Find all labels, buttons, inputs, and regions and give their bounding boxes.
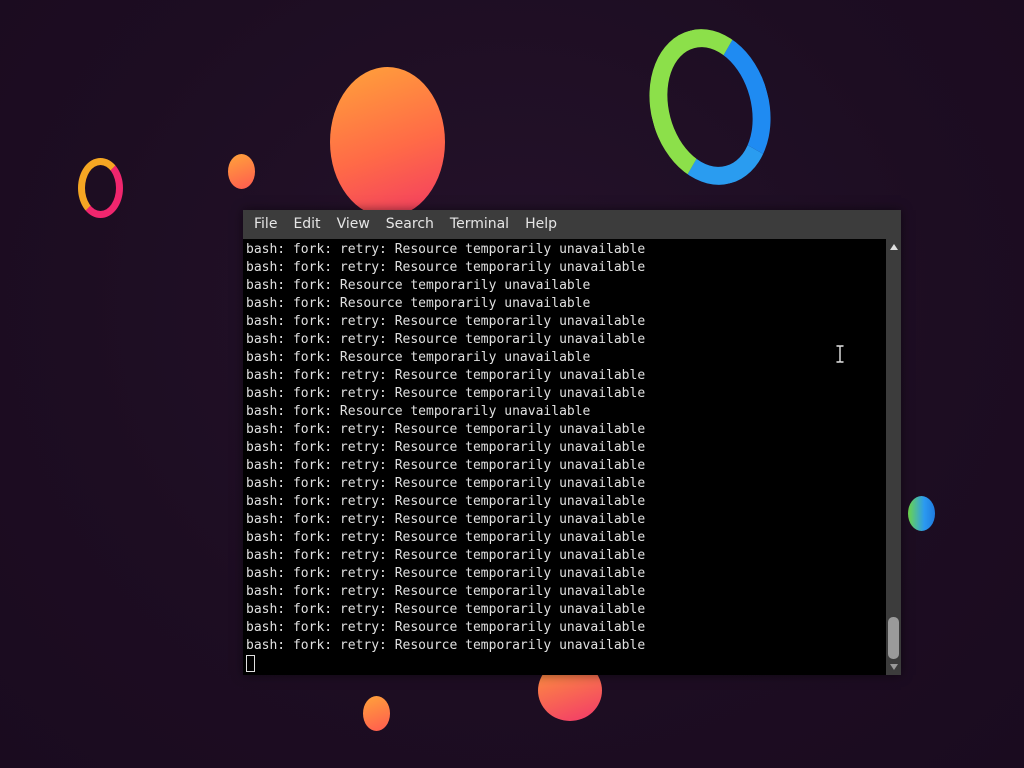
scroll-thumb[interactable]	[888, 617, 899, 659]
terminal-line: bash: fork: retry: Resource temporarily …	[246, 602, 646, 617]
terminal-line: bash: fork: retry: Resource temporarily …	[246, 458, 646, 473]
terminal-line: bash: fork: retry: Resource temporarily …	[246, 440, 646, 455]
terminal-line: bash: fork: retry: Resource temporarily …	[246, 584, 646, 599]
large-orange-circle-decoration	[330, 67, 445, 217]
menu-search[interactable]: Search	[378, 210, 442, 239]
terminal-line: bash: fork: retry: Resource temporarily …	[246, 620, 646, 635]
menu-terminal[interactable]: Terminal	[442, 210, 517, 239]
scroll-up-arrow-icon[interactable]	[886, 241, 901, 253]
terminal-line: bash: fork: Resource temporarily unavail…	[246, 296, 591, 311]
terminal-line: bash: fork: retry: Resource temporarily …	[246, 476, 646, 491]
scroll-track[interactable]	[888, 255, 899, 659]
terminal-line: bash: fork: retry: Resource temporarily …	[246, 512, 646, 527]
menu-file[interactable]: File	[246, 210, 285, 239]
terminal-line: bash: fork: retry: Resource temporarily …	[246, 242, 646, 257]
terminal-line: bash: fork: retry: Resource temporarily …	[246, 386, 646, 401]
terminal-line: bash: fork: retry: Resource temporarily …	[246, 530, 646, 545]
terminal-menubar: File Edit View Search Terminal Help	[243, 210, 901, 239]
large-ring-decoration	[632, 15, 788, 199]
terminal-line: bash: fork: retry: Resource temporarily …	[246, 494, 646, 509]
terminal-line: bash: fork: retry: Resource temporarily …	[246, 260, 646, 275]
bottom-small-orange-circle-decoration	[363, 696, 390, 731]
terminal-line: bash: fork: retry: Resource temporarily …	[246, 314, 646, 329]
small-ring-decoration	[78, 158, 123, 218]
small-orange-circle-decoration	[228, 154, 255, 189]
terminal-line: bash: fork: retry: Resource temporarily …	[246, 566, 646, 581]
terminal-line: bash: fork: retry: Resource temporarily …	[246, 332, 646, 347]
terminal-line: bash: fork: retry: Resource temporarily …	[246, 422, 646, 437]
terminal-output-area[interactable]: bash: fork: retry: Resource temporarily …	[243, 239, 886, 675]
terminal-line: bash: fork: retry: Resource temporarily …	[246, 548, 646, 563]
menu-edit[interactable]: Edit	[285, 210, 328, 239]
terminal-line: bash: fork: Resource temporarily unavail…	[246, 404, 591, 419]
terminal-window[interactable]: File Edit View Search Terminal Help bash…	[243, 210, 901, 675]
scroll-down-arrow-icon[interactable]	[886, 661, 901, 673]
terminal-line: bash: fork: Resource temporarily unavail…	[246, 278, 591, 293]
terminal-line: bash: fork: retry: Resource temporarily …	[246, 638, 646, 653]
terminal-cursor	[246, 655, 255, 672]
menu-view[interactable]: View	[329, 210, 378, 239]
mouse-ibeam-icon	[836, 345, 844, 363]
terminal-line: bash: fork: retry: Resource temporarily …	[246, 368, 646, 383]
terminal-scrollbar[interactable]	[886, 239, 901, 675]
terminal-line: bash: fork: Resource temporarily unavail…	[246, 350, 591, 365]
blue-green-circle-decoration	[908, 496, 935, 531]
menu-help[interactable]: Help	[517, 210, 565, 239]
terminal-output: bash: fork: retry: Resource temporarily …	[246, 241, 645, 655]
